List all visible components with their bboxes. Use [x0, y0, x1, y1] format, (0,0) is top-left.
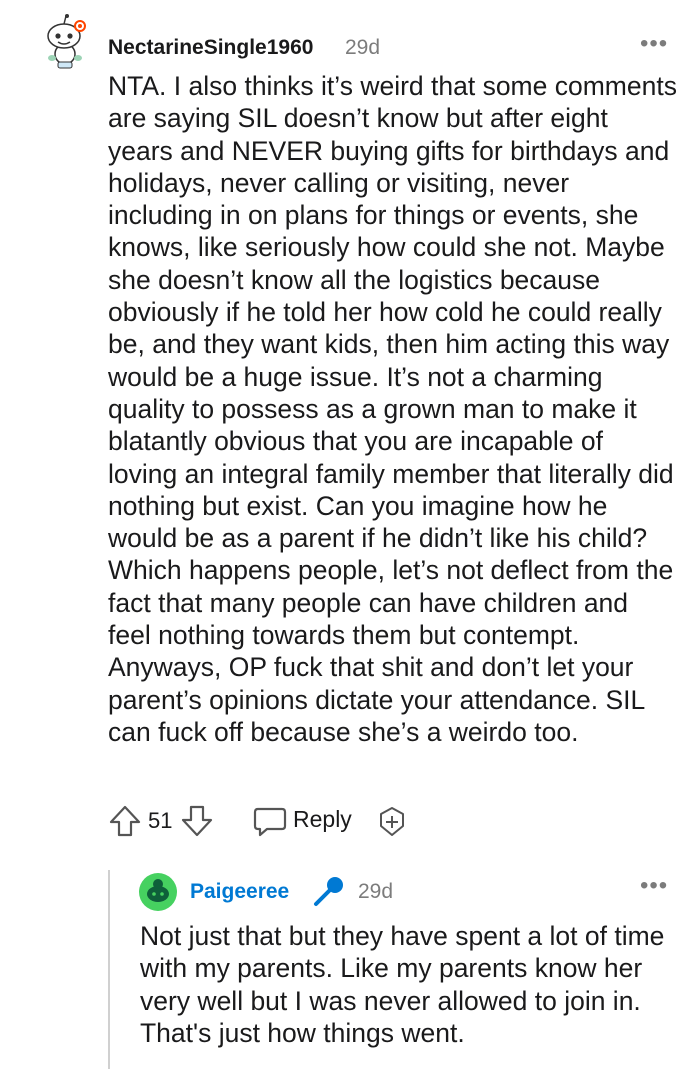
- reply-avatar-icon[interactable]: [138, 872, 178, 912]
- downvote-arrow-icon[interactable]: [180, 804, 214, 843]
- reply-more-options-icon[interactable]: •••: [640, 874, 667, 898]
- comment-timestamp: 29d: [345, 36, 381, 59]
- user-avatar-icon[interactable]: [36, 14, 94, 72]
- reply-timestamp: 29d: [358, 880, 394, 903]
- comment-body: NTA. I also thinks it’s weird that some …: [108, 71, 677, 747]
- vote-score: 51: [148, 808, 173, 833]
- award-plus-icon[interactable]: [376, 806, 408, 843]
- upvote-arrow-icon[interactable]: [108, 804, 142, 843]
- more-options-icon[interactable]: •••: [640, 32, 667, 56]
- reply-username[interactable]: Paigeeree: [190, 880, 289, 904]
- reply-body: Not just that but they have spent a lot …: [140, 921, 665, 1048]
- thread-line[interactable]: [108, 870, 110, 1069]
- reply-button[interactable]: Reply: [293, 806, 352, 833]
- comment-username[interactable]: NectarineSingle1960: [108, 36, 313, 60]
- speech-bubble-icon[interactable]: [253, 806, 287, 843]
- microphone-icon: [312, 874, 346, 908]
- comment-actions: 51 Reply: [108, 798, 508, 842]
